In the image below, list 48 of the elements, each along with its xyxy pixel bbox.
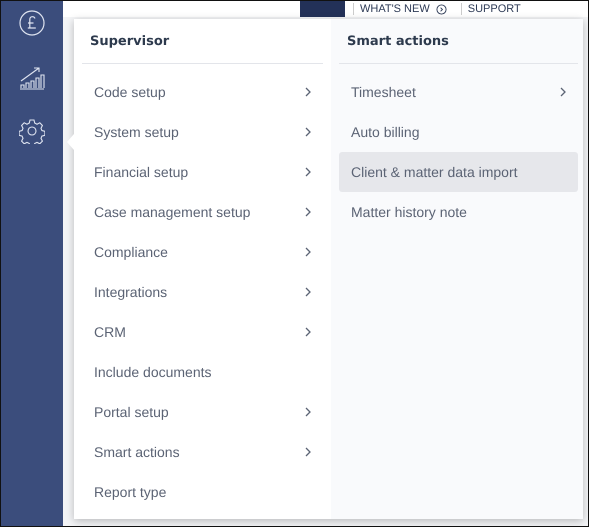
menu-item[interactable]: Auto billing [339, 112, 578, 152]
chevron-right-icon [305, 207, 311, 217]
chevron-right-icon [305, 407, 311, 417]
menu-item-label: Integrations [94, 284, 168, 300]
menu-item[interactable]: System setup [82, 112, 323, 152]
header-link[interactable]: SUPPORT [460, 3, 527, 15]
menu-item[interactable]: Include documents [82, 352, 323, 392]
pound-icon[interactable] [19, 10, 45, 36]
menu-item[interactable]: Portal setup [82, 392, 323, 432]
menu-item-label: Matter history note [351, 204, 467, 220]
menu-item[interactable]: Compliance [82, 232, 323, 272]
chevron-right-icon [305, 167, 311, 177]
chevron-right-icon [560, 87, 566, 97]
menu-item[interactable]: Case management setup [82, 192, 323, 232]
menu-item-label: Case management setup [94, 204, 250, 220]
menu-item-label: Code setup [94, 84, 166, 100]
chevron-right-icon [305, 87, 311, 97]
menu-heading: Smart actions [346, 32, 450, 50]
menu-item[interactable]: Client & matter data import [339, 152, 578, 192]
menu-item-label: CRM [94, 324, 126, 340]
menu-item[interactable]: Timesheet [339, 72, 578, 112]
chevron-circle-icon [436, 4, 447, 14]
menu-item[interactable]: CRM [82, 312, 323, 352]
menu-item[interactable]: Financial setup [82, 152, 323, 192]
menu-item[interactable]: Smart actions [82, 432, 323, 472]
menu-item[interactable]: Matter history note [339, 192, 578, 232]
chevron-right-icon [305, 327, 311, 337]
menu-item-label: Auto billing [351, 124, 420, 140]
menu-item-label: Timesheet [351, 84, 416, 100]
menu-item-label: Portal setup [94, 404, 169, 420]
chevron-right-icon [305, 127, 311, 137]
menu-item[interactable]: Report type [82, 472, 323, 512]
menu-item-label: Compliance [94, 244, 168, 260]
header-link[interactable]: WHAT'S NEW [353, 3, 453, 15]
menu-item-label: Smart actions [94, 444, 180, 460]
menu-item[interactable]: Code setup [82, 72, 323, 112]
chevron-right-icon [305, 287, 311, 297]
chevron-right-icon [305, 247, 311, 257]
menu-item[interactable]: Integrations [82, 272, 323, 312]
settings-icon[interactable] [19, 118, 45, 144]
menu-item-label: Report type [94, 484, 166, 500]
menu-item-label: Financial setup [94, 164, 188, 180]
chevron-right-icon [305, 447, 311, 457]
menu-item-label: Include documents [94, 364, 212, 380]
nav-bar [300, 1, 345, 17]
menu-item-label: System setup [94, 124, 179, 140]
menu-item-label: Client & matter data import [351, 164, 518, 180]
menu-heading: Supervisor [89, 32, 170, 50]
